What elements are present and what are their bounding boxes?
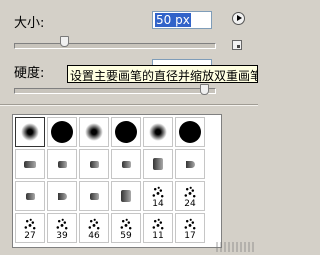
scatter-brush-icon	[183, 217, 197, 231]
brush-preset-marker-tip[interactable]	[47, 149, 77, 179]
scatter-brush-icon	[55, 217, 69, 231]
size-label: 大小:	[14, 16, 45, 31]
brush-preset-scatter[interactable]: 27	[15, 213, 45, 243]
brush-size-label: 17	[184, 231, 196, 241]
chisel-tip-brush-icon	[57, 192, 67, 200]
brush-preset-hard-round[interactable]	[111, 117, 141, 147]
brush-preset-scatter[interactable]: 14	[143, 181, 173, 211]
size-value: 50 px	[155, 13, 191, 27]
scatter-brush-icon	[119, 217, 133, 231]
preset-scrollbar[interactable]	[221, 116, 222, 246]
panel-menu-arrow-icon[interactable]	[232, 12, 245, 25]
tooltip: 设置主要画笔的直径并缩放双重画笔	[67, 65, 258, 83]
hard-round-brush-icon	[179, 121, 201, 143]
scatter-brush-icon	[151, 217, 165, 231]
scatter-brush-icon	[87, 217, 101, 231]
brush-preset-marker-tip[interactable]	[111, 149, 141, 179]
hard-round-brush-icon	[115, 121, 137, 143]
watermark	[216, 242, 256, 252]
scatter-brush-icon	[151, 185, 165, 199]
marker-tip-brush-icon	[121, 160, 131, 168]
soft-round-brush-icon	[21, 123, 39, 141]
brush-preset-fan-brush[interactable]	[143, 149, 173, 179]
brush-preset-fan-brush[interactable]	[111, 181, 141, 211]
fan-brush-brush-icon	[121, 190, 131, 202]
brush-preset-soft-round[interactable]	[79, 117, 109, 147]
brush-preset-hard-round[interactable]	[47, 117, 77, 147]
brush-preset-pen-tip[interactable]	[15, 149, 45, 179]
brush-size-label: 14	[152, 199, 164, 209]
brush-panel: 大小: 50 px 硬度: 设置主要画笔的直径并缩放双重画笔 14 24 27 39 4…	[0, 0, 258, 255]
marker-tip-brush-icon	[89, 192, 99, 200]
brush-size-label: 46	[88, 231, 100, 241]
brush-preset-scatter[interactable]: 17	[175, 213, 205, 243]
brush-preset-soft-round[interactable]	[143, 117, 173, 147]
size-slider-thumb[interactable]	[59, 36, 69, 47]
soft-round-brush-icon	[85, 123, 103, 141]
brush-size-label: 11	[152, 231, 164, 241]
marker-tip-brush-icon	[89, 160, 99, 168]
brush-preset-marker-tip[interactable]	[79, 181, 109, 211]
brush-preset-chisel-tip[interactable]	[175, 149, 205, 179]
brush-preset-list[interactable]: 14 24 27 39 46 59 11 17	[12, 114, 222, 248]
brush-preset-chisel-tip[interactable]	[47, 181, 77, 211]
brush-size-label: 27	[24, 231, 36, 241]
hardness-slider-thumb[interactable]	[200, 84, 209, 95]
hardness-label: 硬度:	[14, 66, 45, 81]
scatter-brush-icon	[23, 217, 37, 231]
pen-tip-brush-icon	[24, 160, 36, 168]
marker-tip-brush-icon	[57, 160, 67, 168]
brush-size-label: 39	[56, 231, 68, 241]
brush-preset-marker-tip[interactable]	[79, 149, 109, 179]
brush-preset-scatter[interactable]: 11	[143, 213, 173, 243]
brush-preset-scatter[interactable]: 46	[79, 213, 109, 243]
size-input[interactable]: 50 px	[152, 11, 212, 29]
brush-preset-scatter[interactable]: 24	[175, 181, 205, 211]
scatter-brush-icon	[183, 185, 197, 199]
brush-size-label: 24	[184, 199, 196, 209]
brush-size-label: 59	[120, 231, 132, 241]
marker-tip-brush-icon	[25, 192, 35, 200]
soft-round-brush-icon	[149, 123, 167, 141]
brush-preset-scatter[interactable]: 39	[47, 213, 77, 243]
chisel-tip-brush-icon	[185, 160, 195, 168]
size-slider-track[interactable]	[14, 43, 216, 49]
brush-preset-soft-round[interactable]	[15, 117, 45, 147]
hard-round-brush-icon	[51, 121, 73, 143]
new-preset-icon[interactable]	[232, 40, 242, 50]
divider	[0, 104, 258, 106]
fan-brush-brush-icon	[153, 158, 163, 170]
brush-preset-scatter[interactable]: 59	[111, 213, 141, 243]
hardness-slider-track[interactable]	[14, 88, 216, 94]
brush-preset-marker-tip[interactable]	[15, 181, 45, 211]
brush-preset-hard-round[interactable]	[175, 117, 205, 147]
